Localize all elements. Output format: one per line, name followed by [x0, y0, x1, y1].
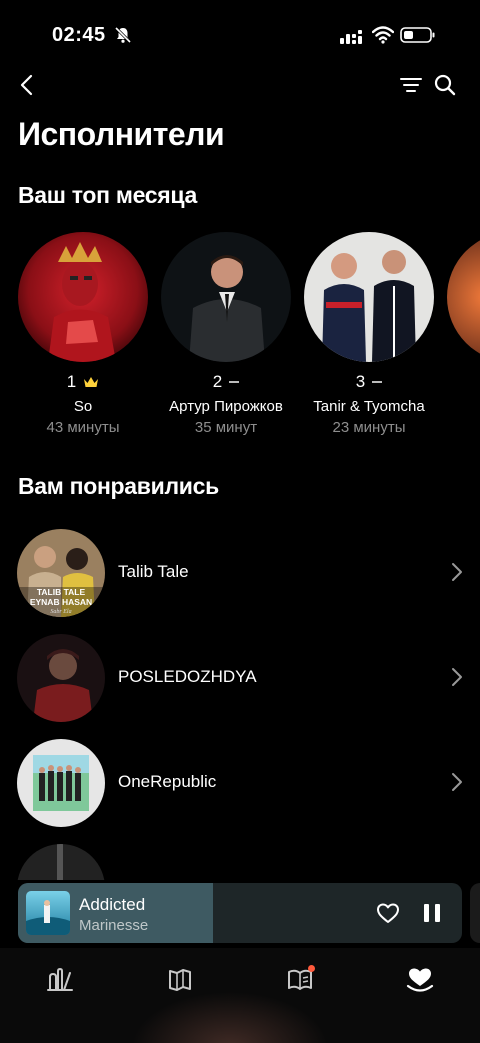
- track-artist: Marinesse: [79, 917, 149, 934]
- tab-books-podcasts[interactable]: [283, 963, 317, 997]
- artist-name: Talib Tale: [118, 562, 189, 581]
- back-button[interactable]: [12, 70, 42, 100]
- pause-icon[interactable]: [421, 902, 443, 924]
- chevron-right-icon: [452, 563, 462, 581]
- battery-icon: [400, 27, 435, 43]
- rank-trend-unchanged-icon: [229, 381, 240, 383]
- status-bar: 02:45: [0, 0, 480, 70]
- map-icon: [169, 969, 191, 991]
- top-artist-card[interactable]: 1 So 43 минуты: [9, 230, 159, 445]
- bottom-tab-bar: [0, 948, 480, 1043]
- liked-artist-row[interactable]: OneRepublic: [0, 730, 480, 827]
- artist-rank: 3: [295, 372, 443, 392]
- liked-artist-row[interactable]: POSLEDOZHDYA: [0, 625, 480, 722]
- top-artist-card[interactable]: 3 Tanir & Tyomcha 23 минуты: [295, 230, 445, 445]
- filter-icon: [400, 78, 422, 92]
- status-time: 02:45: [52, 24, 106, 46]
- listening-time: 23 минуты: [332, 419, 406, 436]
- next-track-peek[interactable]: [470, 883, 480, 943]
- top-artist-card[interactable]: 2 Артур Пирожков 35 минут: [152, 230, 302, 445]
- heart-outline-icon[interactable]: [376, 902, 400, 924]
- wifi-icon: [372, 26, 394, 44]
- rank-number: 3: [355, 372, 366, 391]
- listening-time: 43 минуты: [46, 419, 120, 436]
- bell-off-icon: [114, 26, 132, 44]
- bars-icon: [47, 967, 73, 991]
- track-title: Addicted: [79, 895, 146, 914]
- top-artist-card-peek[interactable]: [438, 230, 480, 445]
- artist-rank: 1: [9, 372, 157, 392]
- notification-badge: [308, 965, 315, 972]
- listening-time: 35 минут: [194, 419, 258, 436]
- top-nav: [0, 70, 480, 100]
- cover-text: Sabr Ela: [50, 609, 71, 615]
- chevron-right-icon: [452, 668, 462, 686]
- cover-text: EYNAB HASAN: [30, 597, 92, 607]
- liked-artists-list: TALIB TALE EYNAB HASAN Sabr Ela Talib Ta…: [0, 520, 480, 880]
- tab-music-library[interactable]: [43, 963, 77, 997]
- tab-collection[interactable]: [403, 963, 437, 997]
- top-month-carousel[interactable]: 1 So 43 минуты 2 Артур Пирожков 35 минут: [0, 230, 480, 445]
- rank-trend-unchanged-icon: [372, 381, 383, 383]
- artist-avatar: [447, 232, 480, 362]
- artist-avatar: [17, 634, 105, 722]
- top-month-title[interactable]: Ваш топ месяца: [18, 182, 197, 209]
- liked-title: Вам понравились: [18, 473, 219, 499]
- artist-avatar: TALIB TALE EYNAB HASAN Sabr Ela: [17, 529, 105, 617]
- artist-name: Tanir & Tyomcha: [313, 398, 425, 415]
- mini-player[interactable]: Addicted Marinesse: [18, 883, 462, 943]
- liked-artist-row[interactable]: TALIB TALE EYNAB HASAN Sabr Ela Talib Ta…: [0, 520, 480, 617]
- artist-avatar: [17, 739, 105, 827]
- artist-avatar: [18, 232, 148, 362]
- page-title: Исполнители: [18, 116, 225, 152]
- filter-button[interactable]: [396, 70, 426, 100]
- artist-name: OneRepublic: [118, 772, 217, 791]
- rank-number: 1: [66, 372, 77, 391]
- liked-artist-row[interactable]: [0, 835, 480, 880]
- rank-number: 2: [212, 372, 223, 391]
- track-cover: [26, 891, 70, 935]
- back-arrow-icon: [20, 74, 33, 96]
- artist-rank: 2: [152, 372, 300, 392]
- heart-icon: [406, 968, 434, 992]
- chevron-right-icon: [452, 773, 462, 791]
- artist-name: POSLEDOZHDYA: [118, 667, 257, 686]
- tab-explore[interactable]: [163, 963, 197, 997]
- signal-icon: [340, 30, 362, 44]
- search-button[interactable]: [430, 70, 460, 100]
- artist-avatar: [304, 232, 434, 362]
- artist-avatar: [17, 844, 105, 880]
- cover-text: TALIB TALE: [37, 587, 86, 597]
- crown-icon: [84, 377, 99, 387]
- artist-avatar: [161, 232, 291, 362]
- search-icon: [434, 74, 456, 96]
